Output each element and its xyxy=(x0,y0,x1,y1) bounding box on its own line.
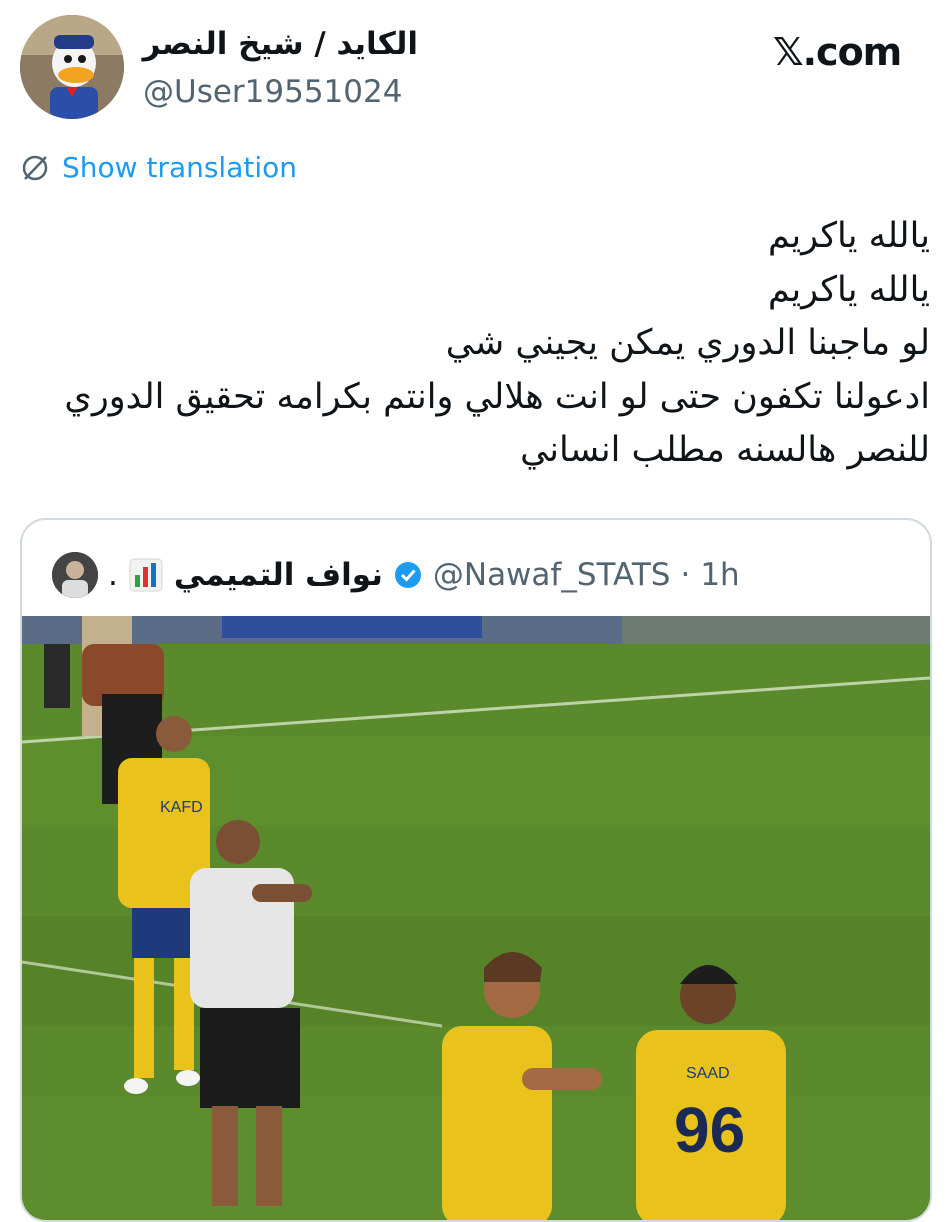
show-translation-link[interactable]: Show translation xyxy=(20,150,297,186)
tweet-line: يالله ياكريم xyxy=(768,269,930,310)
quoted-tweet-header: . نواف التميمي @Nawaf_STATS · 1h xyxy=(52,550,740,600)
tweet-line: للنصر هالسنه مطلب انساني xyxy=(520,430,930,470)
quoted-name-suffix: . xyxy=(108,557,118,593)
tweet-text: يالله ياكريم يالله ياكريم لو ماجبنا الدو… xyxy=(20,210,930,478)
jersey-name-text: SAAD xyxy=(686,1065,730,1082)
show-translation-label: Show translation xyxy=(62,151,298,184)
tweet-line: ادعولنا تكفون حتى لو انت هلالي وانتم بكر… xyxy=(64,376,930,417)
tweet-line: لو ماجبنا الدوري يمكن يجيني شي xyxy=(445,323,930,363)
donald-duck-avatar-icon xyxy=(20,15,124,119)
author-avatar[interactable] xyxy=(20,15,124,119)
author-display-name[interactable]: الكايد / شيخ النصر xyxy=(143,24,418,64)
quoted-avatar-image xyxy=(52,552,98,598)
quoted-author-avatar[interactable] xyxy=(52,552,98,598)
x-com-brand: 𝕏.com xyxy=(773,30,902,74)
quoted-media-image[interactable]: KAFD SAAD 96 xyxy=(22,616,930,1222)
quoted-tweet-card[interactable]: . نواف التميمي @Nawaf_STATS · 1h KAFD SA… xyxy=(20,518,932,1222)
verified-badge-icon xyxy=(394,562,421,588)
header-separator: · xyxy=(680,557,691,593)
jersey-number-text: 96 xyxy=(674,1094,745,1166)
bar-chart-icon xyxy=(129,558,163,592)
jersey-sponsor-text: KAFD xyxy=(160,799,203,816)
translate-globe-icon xyxy=(22,155,48,181)
author-handle[interactable]: @User19551024 xyxy=(143,72,402,112)
quoted-author-name[interactable]: نواف التميمي xyxy=(174,557,383,593)
quoted-author-handle[interactable]: @Nawaf_STATS xyxy=(433,557,671,593)
quoted-timestamp[interactable]: 1h xyxy=(700,557,739,593)
tweet-line: يالله ياكريم xyxy=(768,216,930,256)
